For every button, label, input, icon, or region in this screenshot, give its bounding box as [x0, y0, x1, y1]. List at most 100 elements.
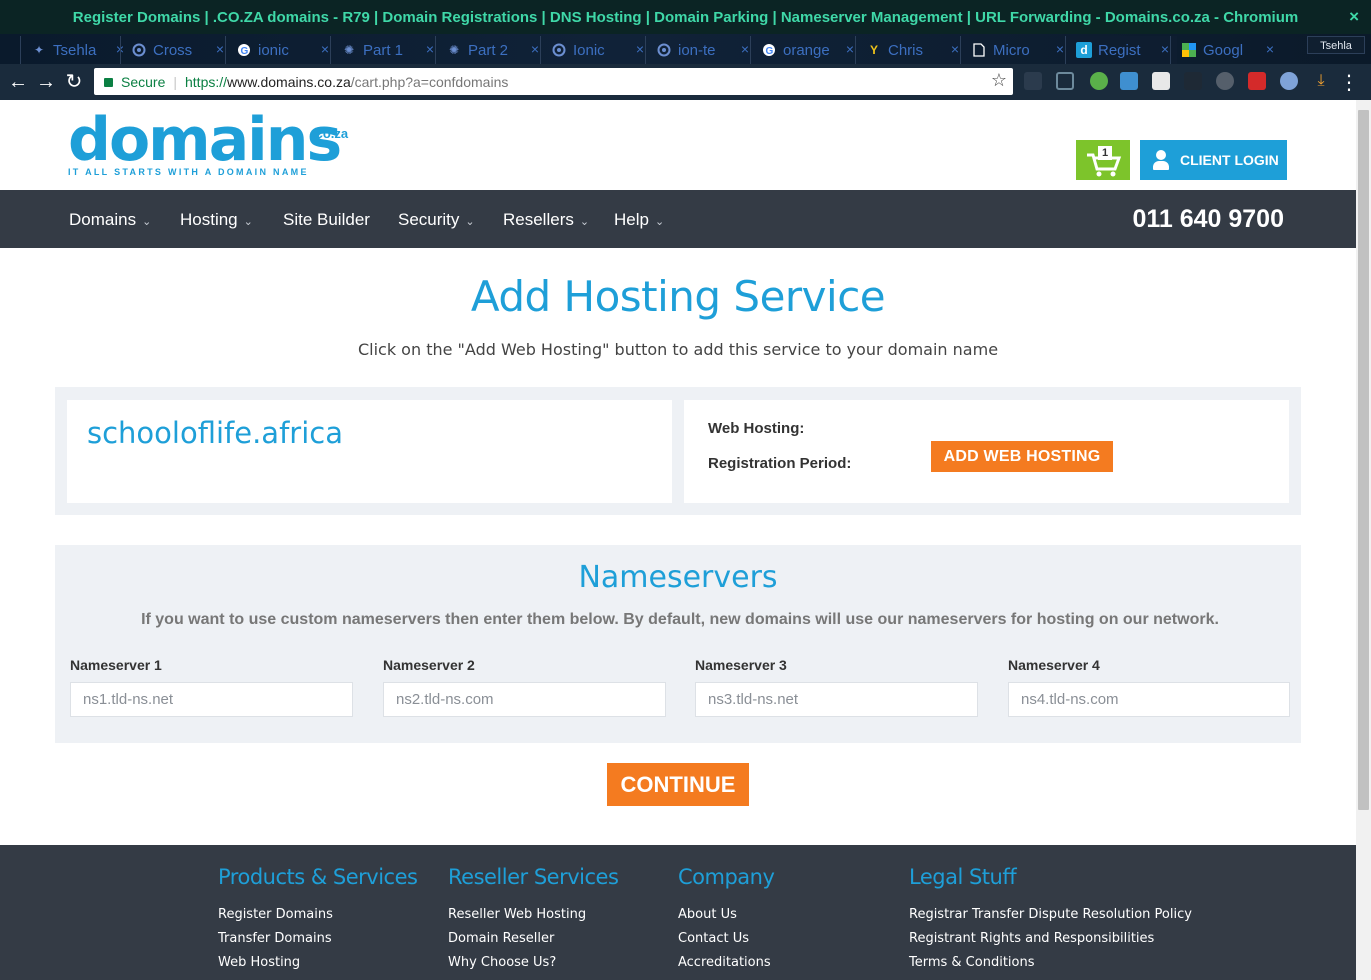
- page-favicon-icon: [971, 42, 987, 58]
- nameservers-description: If you want to use custom nameservers th…: [141, 611, 1219, 628]
- forward-arrow-icon[interactable]: →: [34, 70, 58, 94]
- reload-icon[interactable]: ↻: [62, 70, 86, 94]
- secure-label: Secure: [121, 73, 166, 90]
- tab-ionic[interactable]: G ionic ×: [225, 36, 337, 64]
- note-extension-icon[interactable]: [1152, 72, 1170, 90]
- earth-extension-icon[interactable]: [1090, 72, 1108, 90]
- tab-label: Part 2: [468, 41, 509, 59]
- nav-item-label: Help: [614, 210, 649, 229]
- footer-column-legal: Legal Stuff Registrar Transfer Dispute R…: [909, 865, 1192, 975]
- footer-column-company: Company About Us Contact Us Accreditatio…: [678, 865, 775, 975]
- nameserver-3-group: Nameserver 3: [680, 657, 978, 717]
- tab-close-icon[interactable]: ×: [1161, 41, 1169, 57]
- nav-item-resellers[interactable]: Resellers ⌄: [503, 210, 589, 230]
- tab-chris[interactable]: Y Chris ×: [855, 36, 967, 64]
- tab-strip: ✦ Tsehla × Cross × G ionic × ✺ Part 1 × …: [0, 34, 1371, 64]
- tab-part2[interactable]: ✺ Part 2 ×: [435, 36, 547, 64]
- tab-ion-te[interactable]: ion-te ×: [645, 36, 757, 64]
- nav-item-hosting[interactable]: Hosting ⌄: [180, 210, 253, 230]
- tab-regist-active[interactable]: d Regist ×: [1065, 36, 1177, 64]
- window-extension-icon[interactable]: [1120, 72, 1138, 90]
- chevron-down-icon: ⌄: [654, 216, 665, 228]
- continue-button[interactable]: CONTINUE: [607, 763, 749, 806]
- scrollbar-thumb[interactable]: [1358, 110, 1369, 810]
- nav-item-help[interactable]: Help ⌄: [614, 210, 664, 230]
- footer-link[interactable]: Reseller Web Hosting: [448, 903, 618, 927]
- bookmark-star-icon[interactable]: ☆: [991, 70, 1007, 91]
- footer-link[interactable]: Registrant Rights and Responsibilities: [909, 927, 1192, 951]
- footer-link[interactable]: Accreditations: [678, 951, 774, 975]
- tab-micro[interactable]: Micro ×: [960, 36, 1072, 64]
- tab-googl[interactable]: Googl ×: [1170, 36, 1282, 64]
- tab-label: Ionic: [573, 41, 605, 59]
- url-protocol: https://: [185, 73, 228, 90]
- tab-label: Micro: [993, 41, 1030, 59]
- google-favicon-icon: G: [236, 42, 252, 58]
- tab-part1[interactable]: ✺ Part 1 ×: [330, 36, 442, 64]
- footer-link[interactable]: Web Hosting: [218, 951, 417, 975]
- hosting-options-card: Web Hosting: Registration Period: ADD WE…: [684, 400, 1289, 503]
- window-close-icon[interactable]: ×: [1349, 7, 1359, 27]
- moon-extension-icon[interactable]: [1184, 72, 1202, 90]
- footer-link[interactable]: Why Choose Us?: [448, 951, 618, 975]
- tab-close-icon[interactable]: ×: [846, 41, 854, 57]
- footer-link[interactable]: Registrar Transfer Dispute Resolution Po…: [909, 903, 1192, 927]
- nameservers-title: Nameservers: [578, 560, 778, 595]
- tab-close-icon[interactable]: ×: [216, 41, 224, 57]
- pen-extension-icon[interactable]: [1024, 72, 1042, 90]
- back-arrow-icon[interactable]: ←: [6, 70, 30, 94]
- footer-link[interactable]: Terms & Conditions: [909, 951, 1192, 975]
- nav-item-label: Site Builder: [283, 210, 370, 229]
- crop-extension-icon[interactable]: [1056, 72, 1074, 90]
- nav-item-domains[interactable]: Domains ⌄: [69, 210, 151, 230]
- add-web-hosting-button[interactable]: ADD WEB HOSTING: [931, 441, 1113, 472]
- tab-close-icon[interactable]: ×: [951, 41, 959, 57]
- star-favicon-icon: ✦: [33, 43, 45, 57]
- chevron-down-icon: ⌄: [579, 216, 590, 228]
- nameserver-4-input[interactable]: [1008, 682, 1290, 717]
- tab-label: Part 1: [363, 41, 404, 59]
- tab-ionic-2[interactable]: Ionic ×: [540, 36, 652, 64]
- tab-label: Regist: [1098, 41, 1141, 59]
- profile-badge[interactable]: Tsehla: [1307, 36, 1365, 54]
- tab-label: orange: [783, 41, 830, 59]
- tab-close-icon[interactable]: ×: [426, 41, 434, 57]
- pocket-extension-icon[interactable]: [1216, 72, 1234, 90]
- nameserver-3-input[interactable]: [695, 682, 978, 717]
- star-extension-icon[interactable]: [1280, 72, 1298, 90]
- tab-close-icon[interactable]: ×: [531, 41, 539, 57]
- nav-item-security[interactable]: Security ⌄: [398, 210, 475, 230]
- site-logo[interactable]: domains .co.za IT ALL STARTS WITH A DOMA…: [68, 110, 358, 182]
- nameserver-2-label: Nameserver 2: [383, 657, 475, 673]
- tab-close-icon[interactable]: ×: [1056, 41, 1064, 57]
- tab-close-icon[interactable]: ×: [636, 41, 644, 57]
- tab-tsehla[interactable]: ✦ Tsehla ×: [20, 36, 132, 64]
- nav-item-site-builder[interactable]: Site Builder: [283, 210, 370, 230]
- d-favicon-icon: d: [1076, 42, 1092, 58]
- footer-link[interactable]: Register Domains: [218, 903, 417, 927]
- nameserver-1-label: Nameserver 1: [70, 657, 162, 673]
- cart-button[interactable]: 1: [1076, 140, 1130, 180]
- tab-close-icon[interactable]: ×: [321, 41, 329, 57]
- circle-favicon-icon: [551, 42, 567, 58]
- footer-link[interactable]: Domain Reseller: [448, 927, 618, 951]
- nameserver-2-input[interactable]: [383, 682, 666, 717]
- browser-menu-icon[interactable]: ⋮: [1339, 70, 1359, 95]
- footer-link[interactable]: Contact Us: [678, 927, 774, 951]
- vertical-scrollbar[interactable]: [1356, 100, 1371, 980]
- nameserver-1-input[interactable]: [70, 682, 353, 717]
- tab-close-icon[interactable]: ×: [741, 41, 749, 57]
- address-bar[interactable]: Secure | https:// www.domains.co.za /car…: [94, 68, 1013, 95]
- media-extension-icon[interactable]: [1248, 72, 1266, 90]
- footer-heading: Products & Services: [218, 865, 418, 889]
- tab-close-icon[interactable]: ×: [1266, 41, 1274, 57]
- footer-link[interactable]: About Us: [678, 903, 774, 927]
- footer-link[interactable]: Transfer Domains: [218, 927, 417, 951]
- lock-icon: [104, 78, 113, 87]
- user-icon: [1152, 150, 1170, 170]
- download-icon[interactable]: ⤓: [1312, 72, 1330, 90]
- support-phone-number[interactable]: 011 640 9700: [1132, 205, 1284, 234]
- tab-orange[interactable]: G orange ×: [750, 36, 862, 64]
- client-login-button[interactable]: CLIENT LOGIN: [1140, 140, 1287, 180]
- tab-cross[interactable]: Cross ×: [120, 36, 232, 64]
